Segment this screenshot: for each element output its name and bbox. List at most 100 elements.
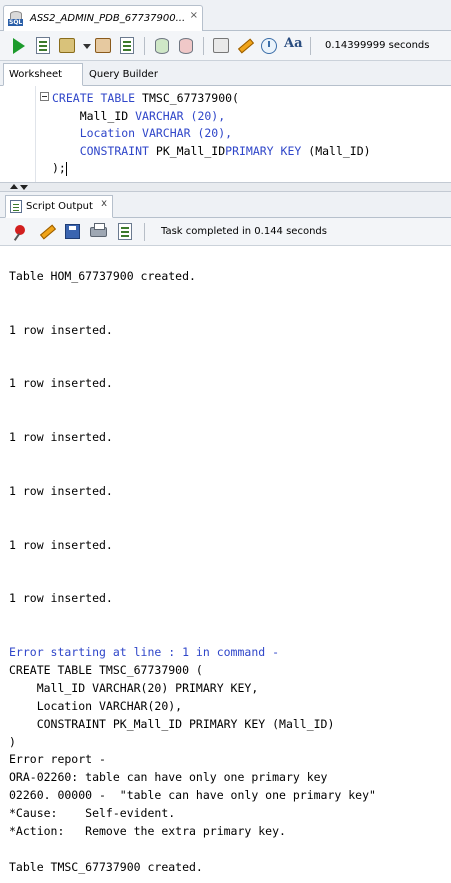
code-line: Mall_ID VARCHAR (20), bbox=[79, 108, 226, 123]
autotrace-button[interactable] bbox=[56, 35, 78, 57]
output-line: 1 row inserted. bbox=[9, 591, 113, 606]
editor-code[interactable]: CREATE TABLE TMSC_67737900( Mall_ID VARC… bbox=[52, 90, 371, 178]
text-case-icon: Aa bbox=[284, 35, 303, 51]
sql-tuning-icon bbox=[120, 36, 134, 54]
output-line: *Action: Remove the extra primary key. bbox=[9, 824, 286, 839]
save-output-button[interactable] bbox=[62, 221, 84, 243]
tab-query-builder[interactable]: Query Builder bbox=[84, 63, 174, 86]
sql-editor[interactable]: CREATE TABLE TMSC_67737900( Mall_ID VARC… bbox=[0, 86, 451, 183]
rollback-icon bbox=[179, 37, 193, 54]
toolbar-divider bbox=[144, 36, 145, 55]
format-button[interactable]: Aa bbox=[282, 35, 304, 57]
output-line: CREATE TABLE TMSC_67737900 ( bbox=[9, 662, 203, 677]
document-tab-strip: SQL ASS2_ADMIN_PDB_67737900... × bbox=[0, 0, 451, 31]
commit-button[interactable] bbox=[151, 35, 173, 57]
chevron-down-icon bbox=[83, 43, 91, 49]
run-script-button[interactable] bbox=[32, 35, 54, 57]
output-line: Table TMSC_67737900 created. bbox=[9, 859, 203, 874]
output-tab-strip: Script Output x bbox=[0, 192, 451, 218]
unshared-sql-icon bbox=[213, 37, 229, 53]
sql-tuning-button[interactable] bbox=[116, 35, 138, 57]
worksheet-tab-strip: Worksheet Query Builder bbox=[0, 61, 451, 86]
output-line: 1 row inserted. bbox=[9, 376, 113, 391]
autotrace-dropdown[interactable] bbox=[80, 35, 91, 57]
tab-script-output-label: Script Output bbox=[26, 201, 93, 212]
elapsed-time: 0.14399999 seconds bbox=[325, 40, 430, 51]
code-line: CREATE TABLE TMSC_67737900( bbox=[52, 91, 239, 105]
clear-output-button[interactable] bbox=[36, 221, 58, 243]
expand-up-icon[interactable] bbox=[10, 184, 18, 189]
sql-history-button[interactable] bbox=[258, 35, 280, 57]
output-line: 1 row inserted. bbox=[9, 430, 113, 445]
output-line: CONSTRAINT PK_Mall_ID PRIMARY KEY (Mall_… bbox=[9, 716, 335, 731]
fold-collapse-icon[interactable] bbox=[40, 92, 49, 101]
output-line: 1 row inserted. bbox=[9, 483, 113, 498]
close-output-tab-icon[interactable]: x bbox=[101, 198, 107, 209]
pin-icon bbox=[15, 224, 25, 235]
output-line: ) bbox=[9, 734, 16, 749]
worksheet-toolbar: Aa 0.14399999 seconds bbox=[0, 31, 451, 61]
script-output-icon bbox=[10, 200, 22, 213]
toolbar-divider bbox=[203, 36, 204, 55]
rollback-button[interactable] bbox=[175, 35, 197, 57]
eraser-icon bbox=[237, 38, 255, 53]
code-line: ); bbox=[52, 161, 67, 176]
output-line: 02260. 00000 - "table can have only one … bbox=[9, 788, 376, 803]
unshared-worksheet-button[interactable] bbox=[210, 35, 232, 57]
text-caret bbox=[65, 161, 67, 176]
eraser-icon bbox=[39, 224, 57, 239]
toolbar-divider bbox=[144, 222, 145, 241]
explain-plan-button[interactable] bbox=[92, 35, 114, 57]
tab-script-output[interactable]: Script Output x bbox=[5, 195, 113, 218]
clear-button[interactable] bbox=[234, 35, 256, 57]
autotrace-icon bbox=[59, 37, 75, 53]
editor-gutter bbox=[0, 86, 36, 182]
document-tab[interactable]: SQL ASS2_ADMIN_PDB_67737900... × bbox=[3, 5, 203, 31]
run-statement-button[interactable] bbox=[8, 35, 30, 57]
output-line: *Cause: Self-evident. bbox=[9, 806, 176, 821]
clock-icon bbox=[261, 37, 277, 54]
sql-worksheet-icon: SQL bbox=[8, 10, 26, 28]
explain-plan-icon bbox=[95, 37, 111, 53]
freeze-output-button[interactable] bbox=[10, 221, 32, 243]
script-output-pane[interactable]: Table HOM_67737900 created. 1 row insert… bbox=[0, 246, 451, 883]
output-toolbar: Task completed in 0.144 seconds bbox=[0, 218, 451, 246]
print-output-button[interactable] bbox=[88, 221, 110, 243]
run-script-icon bbox=[36, 36, 50, 54]
output-line: 1 row inserted. bbox=[9, 322, 113, 337]
tab-worksheet[interactable]: Worksheet bbox=[3, 63, 83, 86]
document-tab-title: ASS2_ADMIN_PDB_67737900... bbox=[30, 13, 186, 24]
output-text: Table HOM_67737900 created. 1 row insert… bbox=[9, 268, 376, 877]
pane-splitter[interactable] bbox=[0, 183, 451, 192]
output-line: Mall_ID VARCHAR(20) PRIMARY KEY, bbox=[9, 680, 259, 695]
output-line: ORA-02260: table can have only one prima… bbox=[9, 770, 328, 785]
script-icon bbox=[118, 222, 132, 240]
save-icon bbox=[65, 223, 80, 239]
output-line: 1 row inserted. bbox=[9, 537, 113, 552]
toolbar-divider bbox=[310, 36, 311, 55]
output-line: Error starting at line : 1 in command - bbox=[9, 645, 280, 660]
output-line: Table HOM_67737900 created. bbox=[9, 269, 196, 283]
code-line: CONSTRAINT PK_Mall_IDPRIMARY KEY (Mall_I… bbox=[79, 143, 371, 158]
task-status: Task completed in 0.144 seconds bbox=[161, 226, 327, 237]
print-icon bbox=[90, 222, 107, 237]
output-line: Location VARCHAR(20), bbox=[9, 698, 183, 713]
code-line: Location VARCHAR (20), bbox=[79, 126, 233, 140]
close-tab-icon[interactable]: × bbox=[190, 10, 198, 21]
expand-down-icon[interactable] bbox=[20, 185, 28, 190]
output-script-button[interactable] bbox=[114, 221, 136, 243]
